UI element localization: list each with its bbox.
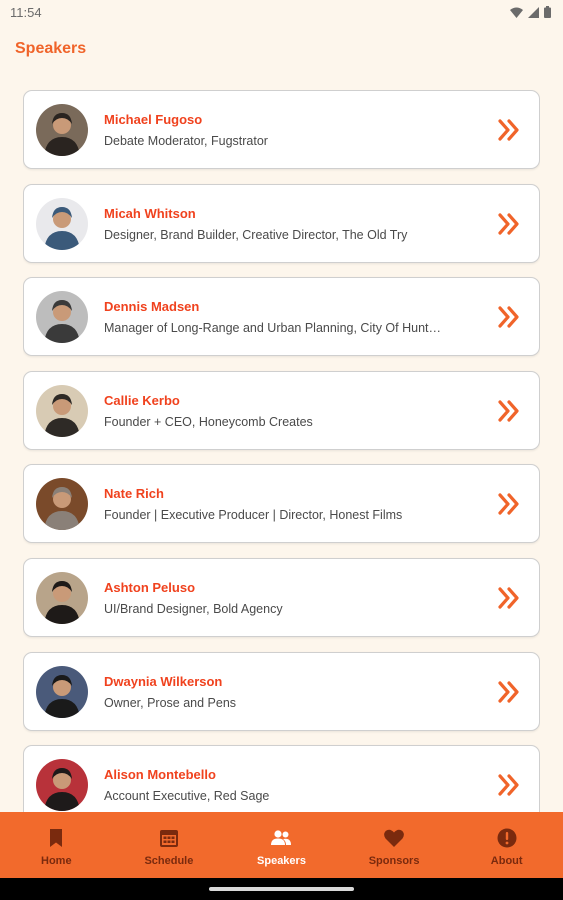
signal-icon (528, 6, 539, 18)
speaker-card[interactable]: Michael Fugoso Debate Moderator, Fugstrat… (23, 90, 540, 169)
speaker-avatar (36, 385, 88, 437)
speaker-avatar (36, 104, 88, 156)
speaker-card[interactable]: Micah Whitson Designer, Brand Builder, Cr… (23, 184, 540, 263)
speaker-card[interactable]: Dwaynia Wilkerson Owner, Prose and Pens (23, 652, 540, 731)
nav-home[interactable]: Home (0, 812, 113, 878)
speaker-avatar (36, 198, 88, 250)
speaker-info: Micah Whitson Designer, Brand Builder, Cr… (104, 206, 474, 242)
speaker-info: Michael Fugoso Debate Moderator, Fugstrat… (104, 112, 474, 148)
speaker-card[interactable]: Dennis Madsen Manager of Long-Range and U… (23, 277, 540, 356)
speaker-role: UI/Brand Designer, Bold Agency (104, 602, 283, 616)
battery-icon (544, 6, 551, 18)
speaker-role: Debate Moderator, Fugstrator (104, 134, 268, 148)
speaker-role: Owner, Prose and Pens (104, 696, 237, 710)
speaker-card[interactable]: Alison Montebello Account Executive, Red … (23, 745, 540, 812)
bottom-nav: Home Schedule Speakers Sponsors About (0, 812, 563, 878)
double-chevron-right-icon[interactable] (497, 680, 521, 704)
nav-about[interactable]: About (450, 812, 563, 878)
speaker-name: Nate Rich (104, 486, 164, 501)
bookmark-icon (45, 827, 67, 849)
speaker-role: Manager of Long-Range and Urban Planning… (104, 321, 441, 335)
double-chevron-right-icon[interactable] (497, 492, 521, 516)
speaker-name: Dwaynia Wilkerson (104, 674, 223, 689)
wifi-icon (510, 7, 523, 18)
people-icon (270, 827, 292, 849)
speaker-avatar (36, 478, 88, 530)
double-chevron-right-icon[interactable] (497, 586, 521, 610)
speaker-card[interactable]: Nate Rich Founder | Executive Producer | … (23, 464, 540, 543)
nav-label-sponsors: Sponsors (368, 855, 420, 867)
speaker-name: Michael Fugoso (104, 112, 203, 127)
nav-label-about: About (490, 855, 523, 867)
speaker-avatar (36, 572, 88, 624)
speaker-info: Callie Kerbo Founder + CEO, Honeycomb Cre… (104, 393, 474, 429)
speaker-role: Founder + CEO, Honeycomb Creates (104, 415, 313, 429)
status-time: 11:54 (10, 4, 42, 20)
double-chevron-right-icon[interactable] (497, 212, 521, 236)
nav-sponsors[interactable]: Sponsors (338, 812, 451, 878)
double-chevron-right-icon[interactable] (497, 305, 521, 329)
calendar-icon (158, 827, 180, 849)
speaker-role: Designer, Brand Builder, Creative Direct… (104, 228, 408, 242)
speaker-name: Alison Montebello (104, 767, 216, 782)
speaker-list[interactable]: Michael Fugoso Debate Moderator, Fugstrat… (23, 90, 540, 812)
double-chevron-right-icon[interactable] (497, 118, 521, 142)
speaker-avatar (36, 666, 88, 718)
nav-speakers[interactable]: Speakers (225, 812, 338, 878)
speaker-avatar (36, 291, 88, 343)
double-chevron-right-icon[interactable] (497, 399, 521, 423)
heart-icon (383, 827, 405, 849)
system-navigation-bar (0, 878, 563, 900)
speaker-info: Nate Rich Founder | Executive Producer | … (104, 486, 474, 522)
speaker-name: Micah Whitson (104, 206, 196, 221)
page-title: Speakers (15, 40, 87, 57)
status-bar: 11:54 (0, 0, 563, 24)
nav-label-speakers: Speakers (257, 855, 306, 867)
nav-schedule[interactable]: Schedule (113, 812, 226, 878)
speaker-name: Callie Kerbo (104, 393, 180, 408)
info-icon (496, 827, 518, 849)
speaker-avatar (36, 759, 88, 811)
speaker-card[interactable]: Ashton Peluso UI/Brand Designer, Bold Age… (23, 558, 540, 637)
speaker-name: Dennis Madsen (104, 299, 200, 314)
speaker-role: Account Executive, Red Sage (104, 789, 270, 803)
speaker-name: Ashton Peluso (104, 580, 196, 595)
speaker-info: Ashton Peluso UI/Brand Designer, Bold Age… (104, 580, 474, 616)
home-gesture-handle[interactable] (209, 887, 354, 891)
speaker-card[interactable]: Callie Kerbo Founder + CEO, Honeycomb Cre… (23, 371, 540, 450)
status-icons (510, 6, 551, 18)
nav-label-schedule: Schedule (144, 855, 194, 867)
speaker-info: Dennis Madsen Manager of Long-Range and U… (104, 299, 474, 335)
speaker-info: Alison Montebello Account Executive, Red … (104, 767, 474, 803)
speaker-role: Founder | Executive Producer | Director,… (104, 508, 403, 522)
nav-label-home: Home (41, 855, 72, 867)
double-chevron-right-icon[interactable] (497, 773, 521, 797)
speaker-info: Dwaynia Wilkerson Owner, Prose and Pens (104, 674, 474, 710)
